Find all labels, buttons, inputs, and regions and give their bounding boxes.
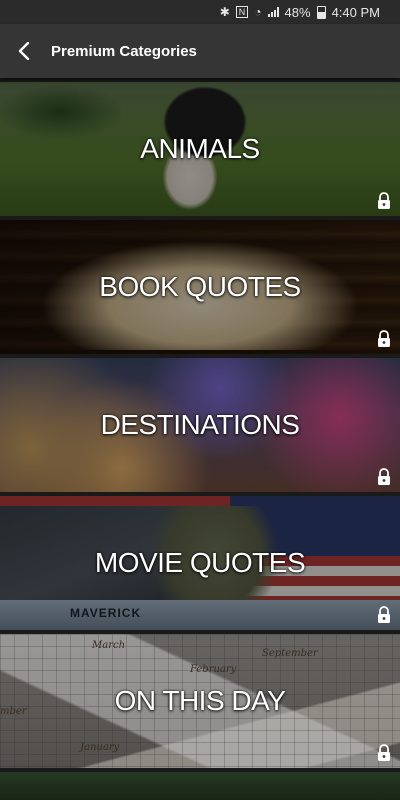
category-card-movie-quotes[interactable]: MAVERICK MOVIE QUOTES [0, 496, 400, 630]
bluetooth-icon: ✱ [219, 5, 230, 19]
lock-icon [378, 330, 390, 347]
signal-icon [267, 7, 279, 17]
status-bar: ✱ N ◔ 48% 4:40 PM [0, 0, 400, 24]
lock-icon [378, 744, 390, 761]
category-label: MOVIE QUOTES [94, 547, 306, 578]
category-card-destinations[interactable]: DESTINATIONS [0, 358, 400, 492]
page-title: Premium Categories [51, 42, 197, 60]
nfc-icon: N [235, 6, 249, 18]
lock-icon [378, 468, 390, 485]
category-label: BOOK QUOTES [99, 271, 301, 302]
category-label: ANIMALS [140, 133, 260, 164]
category-label: DESTINATIONS [100, 409, 300, 440]
back-button[interactable] [0, 24, 48, 78]
lock-icon [378, 192, 390, 209]
category-card-book-quotes[interactable]: BOOK QUOTES [0, 220, 400, 354]
battery-icon [316, 5, 326, 19]
clock: 4:40 PM [331, 4, 380, 20]
wifi-icon: ◔ [254, 5, 262, 19]
app-bar: Premium Categories [0, 24, 400, 78]
category-card-next[interactable] [0, 772, 400, 800]
back-arrow-icon [18, 42, 30, 60]
category-list: ANIMALS BOOK QUOTES DESTINATIONS MAVERIC… [0, 78, 400, 800]
category-card-on-this-day[interactable]: March February September January mber ON… [0, 634, 400, 768]
category-label: ON THIS DAY [114, 685, 286, 716]
category-card-animals[interactable]: ANIMALS [0, 82, 400, 216]
battery-percent: 48% [284, 4, 311, 20]
lock-icon [378, 606, 390, 623]
